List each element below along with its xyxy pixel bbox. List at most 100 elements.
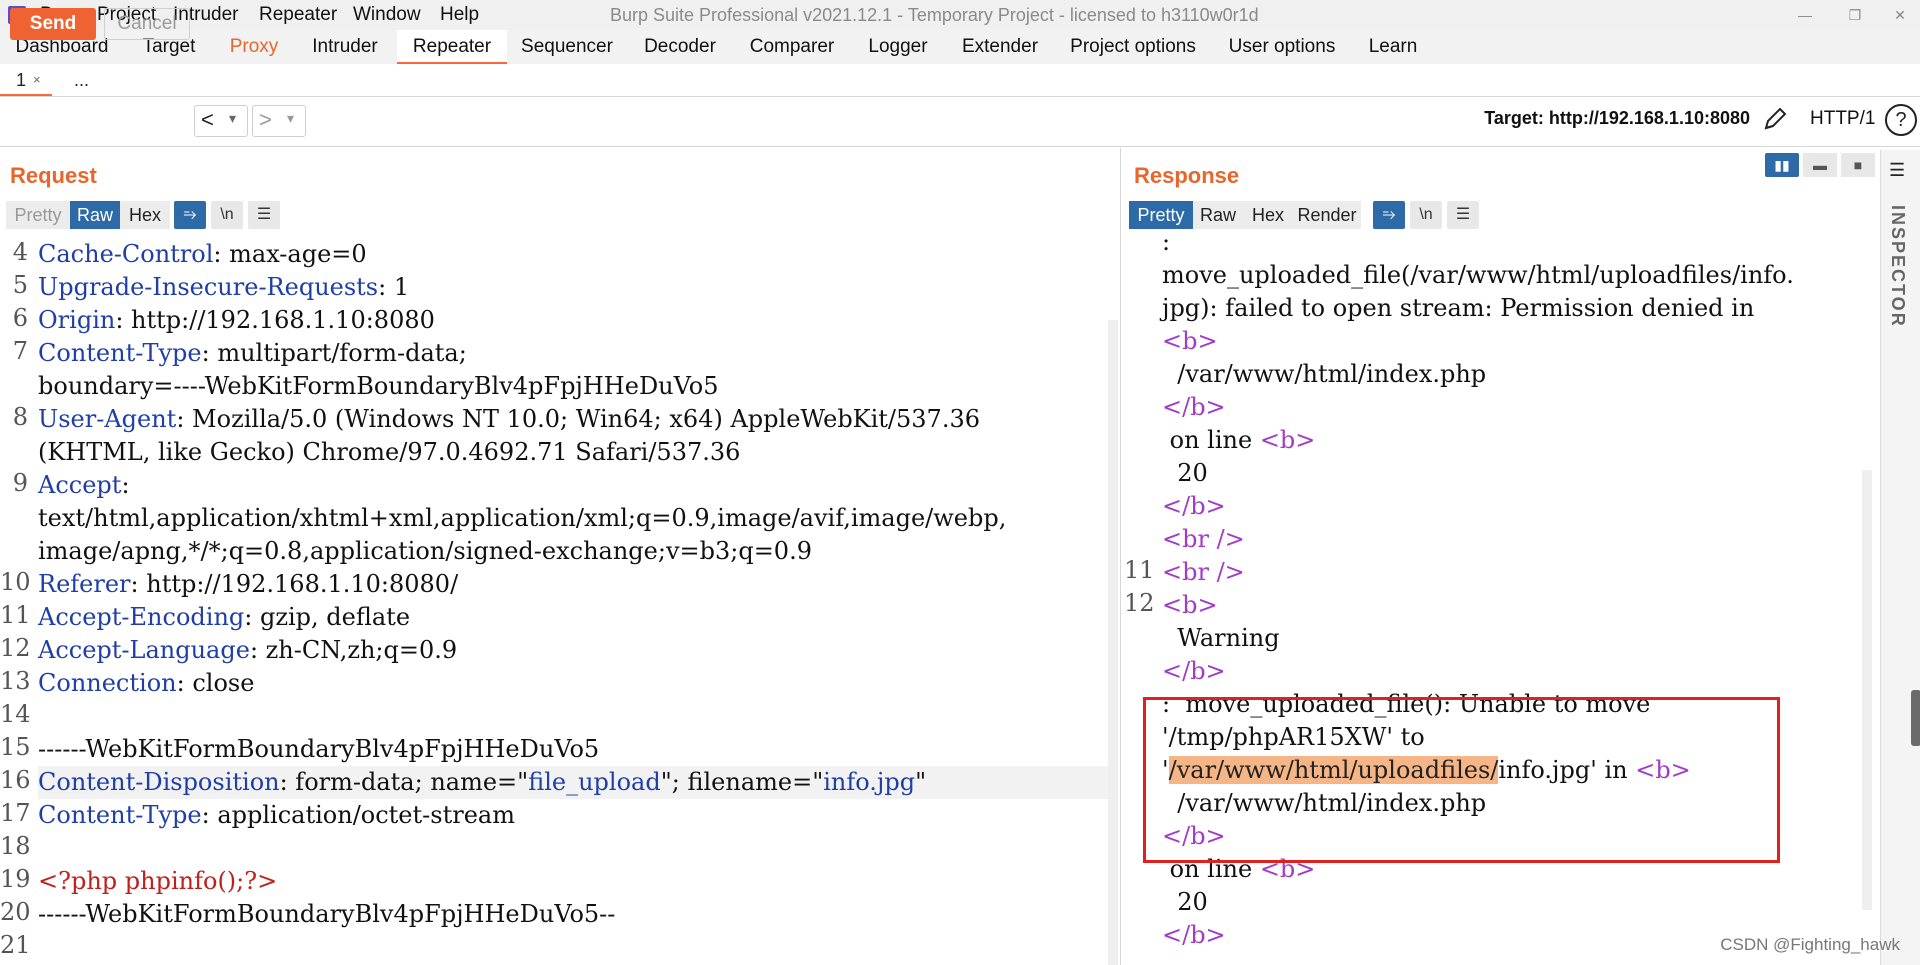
header-value: : http://192.168.1.10:8080 [115, 306, 435, 334]
header-name: User-Agent [38, 405, 177, 433]
response-text: 20 [1162, 888, 1208, 916]
tab-proxy[interactable]: Proxy [214, 30, 294, 63]
header-name: Accept [38, 471, 122, 499]
response-tab-pretty[interactable]: Pretty [1129, 201, 1193, 229]
menu-repeater[interactable]: Repeater [259, 0, 337, 30]
request-tab-pretty[interactable]: Pretty [6, 201, 70, 229]
repeater-tab-1[interactable]: 1 × [0, 64, 52, 96]
request-line: Cache-Control: max-age=0 [38, 238, 367, 271]
back-dropdown-icon[interactable]: ▾ [229, 110, 236, 127]
request-line: Origin: http://192.168.1.10:8080 [38, 304, 435, 337]
response-tab-raw[interactable]: Raw [1193, 201, 1243, 229]
php-payload: <?php phpinfo();?> [38, 867, 278, 895]
response-text: /var/www/html/index.php [1162, 360, 1487, 388]
split-vertical-icon[interactable]: ▬ [1803, 153, 1837, 177]
response-line: </b> [1162, 490, 1226, 523]
target-label: Target: http://192.168.1.10:8080 [1484, 108, 1750, 128]
header-name: Content-Type [38, 801, 202, 829]
header-name: Content-Type [38, 339, 202, 367]
header-value: : gzip, deflate [244, 603, 411, 631]
tab-logger[interactable]: Logger [851, 30, 945, 63]
response-menu-icon[interactable]: ☰ [1447, 201, 1479, 229]
response-line: <b> [1162, 325, 1218, 358]
response-line: on line <b> [1162, 424, 1316, 457]
line-number: 6 [12, 304, 28, 332]
line-number: 11 [1124, 556, 1155, 584]
request-line: text/html,application/xhtml+xml,applicat… [38, 502, 1006, 535]
header-value: : Mozilla/5.0 (Windows NT 10.0; Win64; x… [176, 405, 980, 433]
forward-button[interactable]: > ▾ [252, 105, 306, 137]
restore-icon[interactable]: ❐ [1835, 0, 1875, 30]
new-tab-button[interactable]: ... [74, 64, 89, 96]
forward-dropdown-icon[interactable]: ▾ [287, 110, 294, 127]
split-horizontal-icon[interactable]: ▮▮ [1765, 153, 1799, 177]
request-line: (KHTML, like Gecko) Chrome/97.0.4692.71 … [38, 436, 740, 469]
request-menu-icon[interactable]: ☰ [248, 201, 280, 229]
response-wrap-lines-icon[interactable]: ⥱ [1373, 201, 1405, 229]
inspector-panel[interactable]: ☰ INSPECTOR [1880, 150, 1920, 965]
send-button[interactable]: Send [10, 8, 96, 40]
html-tag: </b> [1162, 657, 1226, 685]
cancel-button[interactable]: Cancel [104, 8, 190, 40]
single-pane-icon[interactable]: ■ [1841, 153, 1875, 177]
wrap-lines-icon[interactable]: ⥱ [174, 201, 206, 229]
show-newlines-toggle[interactable]: \n [211, 201, 243, 229]
inspector-handle[interactable] [1911, 690, 1920, 746]
header-value: : form-data; name=" [279, 768, 529, 796]
line-number: 9 [12, 469, 28, 497]
header-name: Referer [38, 570, 131, 598]
line-number: 13 [0, 667, 31, 695]
request-line: image/apng,*/*;q=0.8,application/signed-… [38, 535, 812, 568]
menu-window[interactable]: Window [353, 0, 421, 30]
layout-toggle: ▮▮ ▬ ■ [1765, 153, 1877, 177]
menu-help[interactable]: Help [440, 0, 479, 30]
http-version-label[interactable]: HTTP/1 [1810, 108, 1875, 130]
request-line: <?php phpinfo();?> [38, 865, 277, 898]
response-scrollbar[interactable] [1862, 470, 1872, 910]
forward-arrow-icon: > [259, 107, 272, 132]
request-tab-hex[interactable]: Hex [120, 201, 170, 229]
tab-learn[interactable]: Learn [1353, 30, 1433, 63]
tab-project-options[interactable]: Project options [1055, 30, 1211, 63]
response-tab-hex[interactable]: Hex [1243, 201, 1293, 229]
tab-extender[interactable]: Extender [945, 30, 1055, 63]
tab-comparer[interactable]: Comparer [733, 30, 851, 63]
line-number: 20 [0, 898, 31, 926]
window-title: Burp Suite Professional v2021.12.1 - Tem… [610, 5, 1259, 25]
watermark: CSDN @Fighting_hawk [1720, 935, 1900, 954]
response-line: </b> [1162, 919, 1226, 952]
response-show-newlines-toggle[interactable]: \n [1410, 201, 1442, 229]
response-line: Warning [1162, 622, 1280, 655]
inspector-toggle-icon[interactable]: ☰ [1889, 160, 1905, 181]
request-line: Accept: [38, 469, 130, 502]
close-tab-icon[interactable]: × [33, 64, 41, 96]
request-line: Connection: close [38, 667, 254, 700]
request-tab-raw[interactable]: Raw [70, 201, 120, 229]
filename-value: info.jpg [823, 768, 916, 796]
request-scrollbar[interactable] [1108, 320, 1118, 965]
title-bar: ϟ Burp Project Intruder Repeater Window … [0, 0, 1920, 30]
request-line: ------WebKitFormBoundaryBlv4pFpjHHeDuVo5… [38, 898, 615, 931]
help-icon[interactable]: ? [1885, 104, 1917, 136]
back-button[interactable]: < ▾ [194, 105, 248, 137]
tab-user-options[interactable]: User options [1211, 30, 1353, 63]
request-editor[interactable]: 4 Cache-Control: max-age=0 5 Upgrade-Insecu… [0, 238, 1110, 965]
line-number: 8 [12, 403, 28, 431]
edit-target-icon[interactable] [1760, 104, 1790, 134]
tab-intruder[interactable]: Intruder [294, 30, 396, 63]
tool-tabs: Dashboard Target Proxy Intruder Repeater… [0, 30, 1920, 65]
tab-sequencer[interactable]: Sequencer [507, 30, 627, 63]
response-line: <br /> [1162, 523, 1245, 556]
response-text: Warning [1162, 624, 1280, 652]
tab-repeater[interactable]: Repeater [397, 30, 507, 64]
request-view-tabs: Pretty Raw Hex ⥱ \n ☰ [6, 201, 306, 229]
response-text: 20 [1162, 459, 1208, 487]
close-window-icon[interactable]: ✕ [1880, 0, 1920, 30]
response-line: <b> [1162, 589, 1218, 622]
tab-decoder[interactable]: Decoder [627, 30, 733, 63]
response-line: /var/www/html/index.php [1162, 358, 1486, 391]
request-line: Upgrade-Insecure-Requests: 1 [38, 271, 409, 304]
response-tab-render[interactable]: Render [1293, 201, 1361, 229]
html-tag: <br /> [1162, 525, 1245, 553]
minimize-icon[interactable]: — [1785, 0, 1825, 30]
